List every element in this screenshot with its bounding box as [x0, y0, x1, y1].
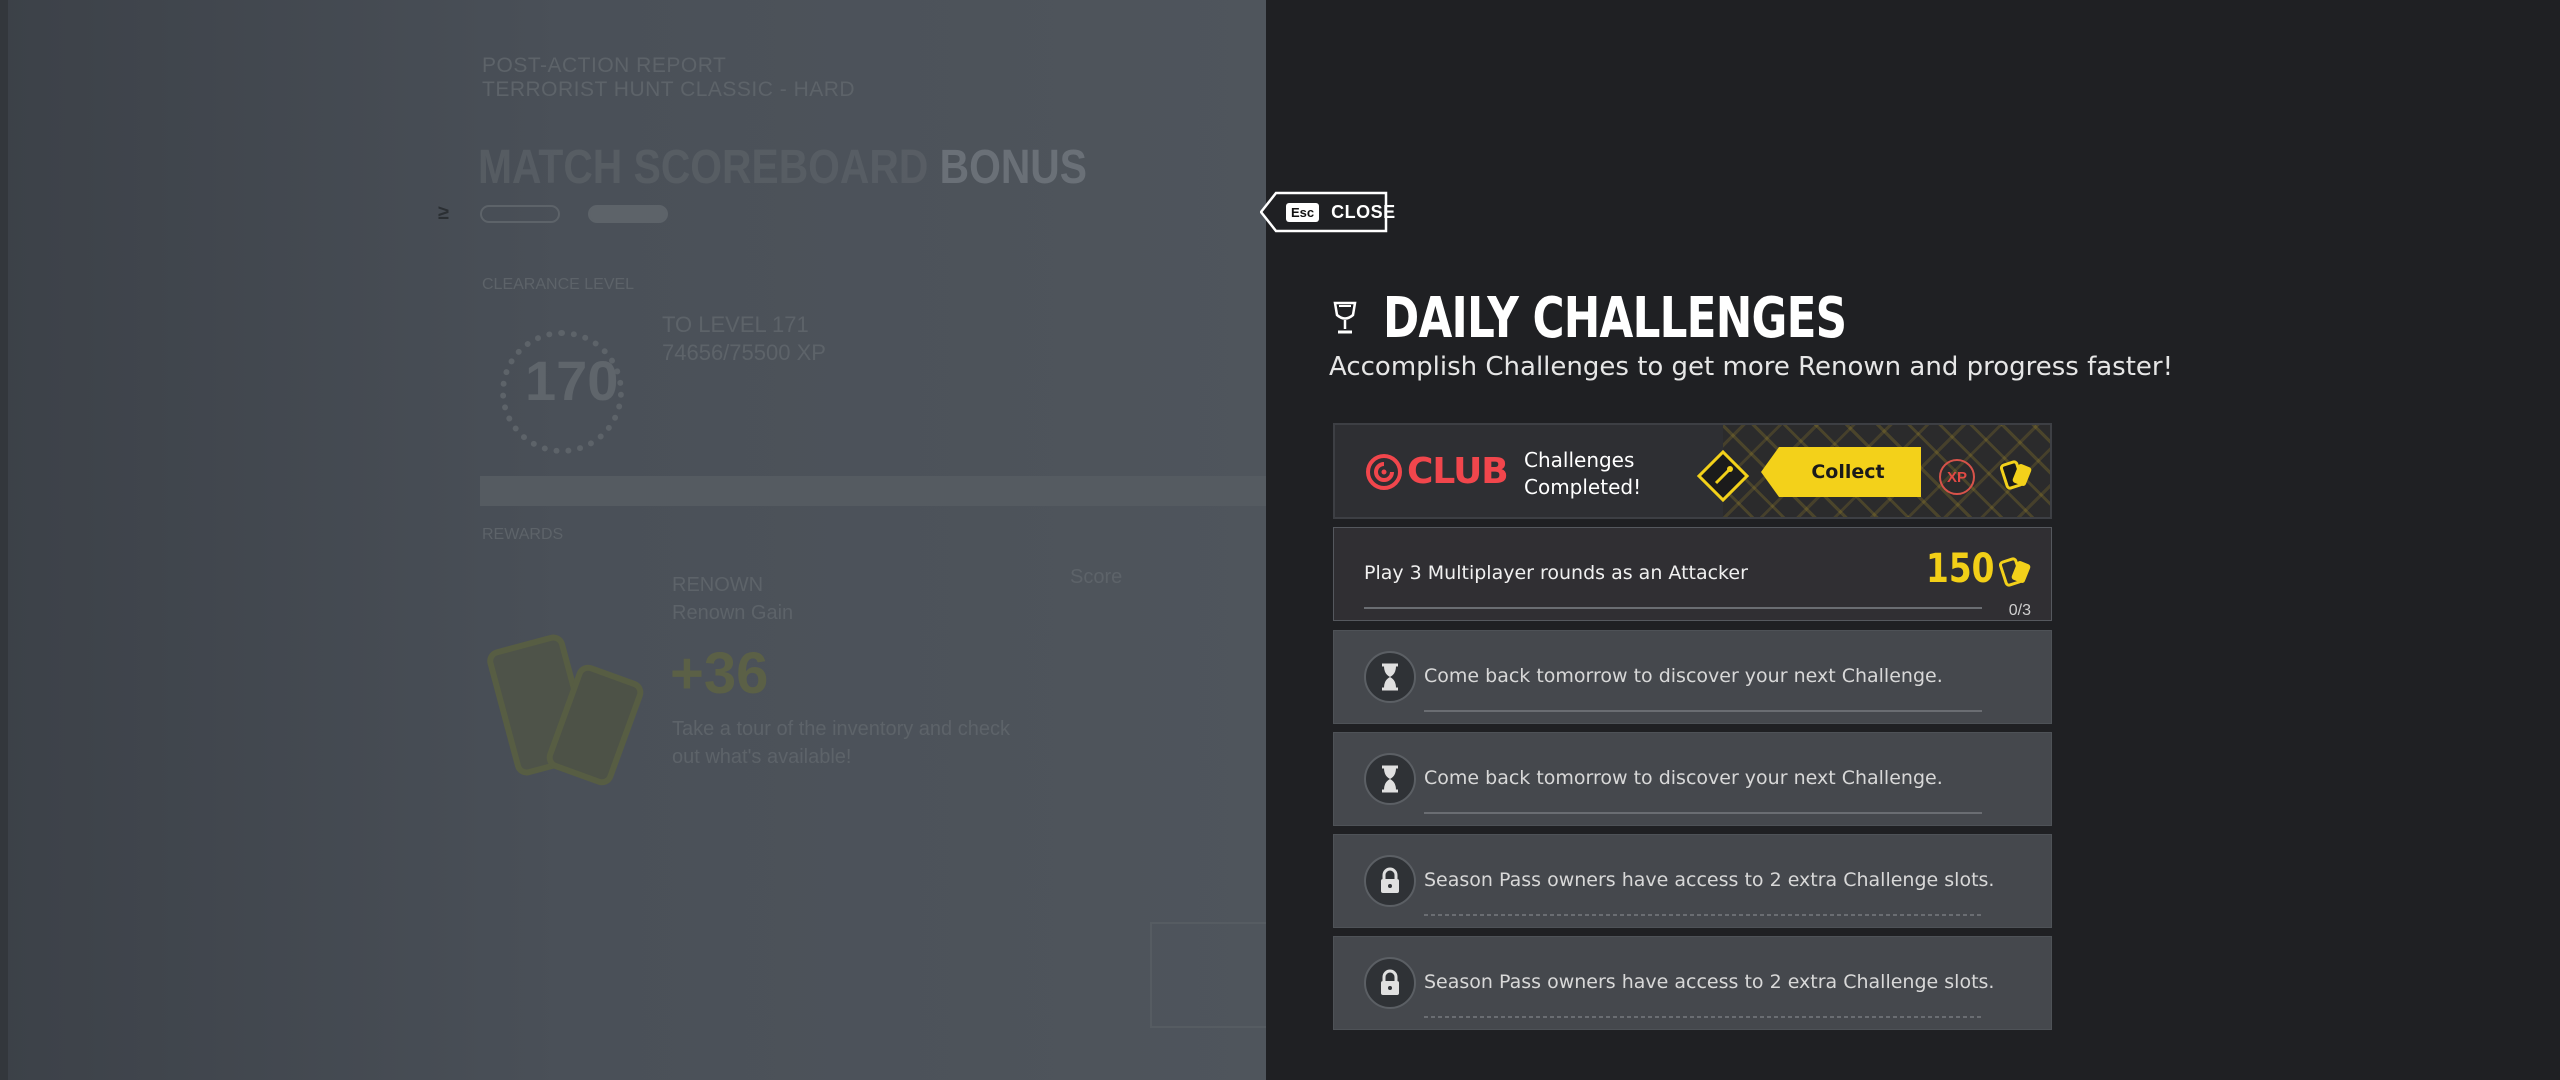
renown-icon: [1999, 557, 2031, 587]
daily-challenges-title: DAILY CHALLENGES: [1383, 286, 1847, 351]
background-button-outline: [1150, 922, 1266, 1028]
report-subtitle: TERRORIST HUNT CLASSIC - HARD: [482, 78, 856, 101]
renown-title: RENOWN: [672, 574, 764, 596]
report-title: POST-ACTION REPORT: [482, 54, 727, 77]
lock-icon: [1364, 855, 1416, 907]
collect-button[interactable]: Collect: [1761, 447, 1921, 497]
club-status-text: Challenges Completed!: [1524, 447, 1641, 501]
challenge-row[interactable]: Play 3 Multiplayer rounds as an Attacker…: [1333, 527, 2052, 621]
daily-challenges-subtitle: Accomplish Challenges to get more Renown…: [1329, 352, 2174, 382]
hourglass-icon: [1364, 651, 1416, 703]
gamepad-icon: ≥: [438, 202, 449, 224]
tab-bonus[interactable]: BONUS: [940, 141, 1087, 194]
club-diamond-icon: [1696, 449, 1750, 503]
club-banner: CLUB Challenges Completed! Collect XP: [1333, 423, 2052, 519]
hourglass-icon: [1364, 753, 1416, 805]
lock-icon: [1364, 957, 1416, 1009]
renown-reward-icon: [2000, 460, 2032, 490]
tab-indicator-1: [480, 205, 560, 223]
challenge-progress-count: 0/3: [2008, 602, 2031, 619]
ubisoft-swirl-icon: [1366, 454, 1402, 490]
renown-tip-line2: out what's available!: [672, 746, 852, 768]
clearance-level-value: 170: [525, 349, 619, 412]
rewards-label: REWARDS: [482, 526, 564, 543]
renown-gain-label: Renown Gain: [672, 602, 794, 624]
tab-match-scoreboard[interactable]: MATCH SCOREBOARD: [478, 141, 928, 194]
challenge-slot-line: [1424, 1016, 1982, 1018]
xp-reward-icon: XP: [1939, 459, 1975, 495]
tab-indicator-2: [588, 205, 668, 223]
renown-tip-line1: Take a tour of the inventory and check: [672, 718, 1010, 740]
challenge-row-locked: Season Pass owners have access to 2 extr…: [1333, 834, 2052, 928]
challenge-reward-value: 150: [1925, 546, 1994, 592]
left-edge-strip: [0, 0, 8, 1080]
xp-progress-text: 74656/75500 XP: [662, 340, 826, 365]
club-status-line1: Challenges: [1524, 448, 1635, 472]
challenge-slot-line: [1424, 710, 1982, 712]
trophy-icon: [1333, 301, 1357, 334]
post-action-report-background: POST-ACTION REPORT TERRORIST HUNT CLASSI…: [0, 0, 1266, 1080]
report-tabs: MATCH SCOREBOARD BONUS: [478, 140, 1087, 195]
challenge-label: Come back tomorrow to discover your next…: [1424, 665, 1943, 687]
challenge-label: Come back tomorrow to discover your next…: [1424, 767, 1943, 789]
close-label: CLOSE: [1331, 201, 1396, 222]
club-brand-label: CLUB: [1407, 451, 1509, 492]
challenge-label: Season Pass owners have access to 2 extr…: [1424, 869, 1995, 891]
challenge-slot-line: [1424, 812, 1982, 814]
challenge-label: Season Pass owners have access to 2 extr…: [1424, 971, 1995, 993]
xp-progress-bar: [480, 476, 1266, 506]
close-button[interactable]: Esc CLOSE: [1260, 191, 1395, 233]
esc-key-icon: Esc: [1286, 202, 1320, 222]
challenge-row-locked: Season Pass owners have access to 2 extr…: [1333, 936, 2052, 1030]
challenge-row: Come back tomorrow to discover your next…: [1333, 732, 2052, 826]
challenge-row: Come back tomorrow to discover your next…: [1333, 630, 2052, 724]
challenge-progress-bar: [1364, 607, 1982, 609]
to-level-text: TO LEVEL 171: [662, 312, 809, 337]
score-label: Score: [1070, 566, 1123, 588]
challenge-label: Play 3 Multiplayer rounds as an Attacker: [1364, 562, 1748, 584]
clearance-level-label: CLEARANCE LEVEL: [482, 276, 635, 293]
challenge-slot-line: [1424, 914, 1982, 916]
renown-gain-amount: +36: [670, 641, 769, 706]
club-status-line2: Completed!: [1524, 475, 1642, 499]
